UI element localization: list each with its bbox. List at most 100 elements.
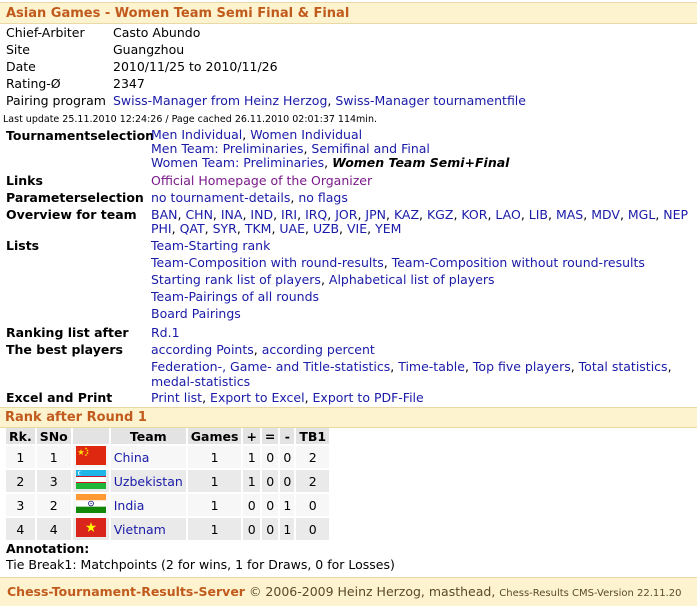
current-tournament: Women Team Semi+Final [332,155,510,170]
info-row-site: Site Guangzhou [6,42,185,57]
tournament-selection: Tournamentselection Men Individual, Wome… [6,127,510,170]
team-code-link[interactable]: JPN [365,207,386,222]
men-team-preliminaries-link[interactable]: Men Team: Preliminaries [151,141,303,156]
copyright-text: © 2006-2009 Heinz Herzog, masthead, [244,584,500,599]
team-code-link[interactable]: LAO [495,207,520,222]
team-link-uzbekistan[interactable]: Uzbekistan [114,474,183,489]
last-update-text: Last update 25.11.2010 12:24:26 / Page c… [3,114,377,125]
starting-rank-players-link[interactable]: Starting rank list of players [151,272,321,287]
best-players-section: The best players according Points, accor… [6,342,672,389]
team-code-link[interactable]: UAE [279,221,305,236]
team-code-link[interactable]: INA [221,207,243,222]
swiss-manager-link[interactable]: Swiss-Manager from Heinz Herzog [113,93,327,108]
team-code-link[interactable]: NEP [663,207,688,222]
team-code-link[interactable]: UZB [313,221,339,236]
men-individual-link[interactable]: Men Individual [151,127,242,142]
federation-statistics-link[interactable]: Federation-, Game- and Title-statistics [151,359,390,374]
annotation: Annotation: Tie Break1: Matchpoints (2 f… [6,541,395,573]
team-code-link[interactable]: YEM [375,221,401,236]
col-draws[interactable]: = [261,428,279,444]
no-flags-link[interactable]: no flags [298,190,348,205]
footer: Chess-Tournament-Results-Server © 2006-2… [0,577,697,606]
team-code-link[interactable]: MGL [628,207,655,222]
board-pairings-link[interactable]: Board Pairings [151,306,241,321]
team-code-link[interactable]: MAS [556,207,583,222]
team-code-link[interactable]: IRI [281,207,297,222]
uzbekistan-flag [75,470,106,489]
export-excel-link[interactable]: Export to Excel [210,390,305,405]
team-composition-without-results-link[interactable]: Team-Composition without round-results [392,255,645,270]
info-row-pairing-program: Pairing program Swiss-Manager from Heinz … [6,93,526,108]
table-row: 4 4 Vietnam 1 0 0 1 0 [6,518,330,540]
vietnam-flag [75,518,106,537]
team-code-link[interactable]: KOR [461,207,487,222]
team-code-link[interactable]: CHN [185,207,212,222]
col-team[interactable]: Team [110,428,186,444]
according-percent-link[interactable]: according percent [262,342,375,357]
team-code-link[interactable]: SYR [213,221,237,236]
total-statistics-link[interactable]: Total statistics [579,359,668,374]
table-row: 3 2 India 1 0 0 1 0 [6,494,330,516]
swiss-manager-file-link[interactable]: Swiss-Manager tournamentfile [335,93,526,108]
team-code-link[interactable]: QAT [180,221,205,236]
no-tournament-details-link[interactable]: no tournament-details [151,190,290,205]
alphabetical-players-link[interactable]: Alphabetical list of players [329,272,495,287]
official-homepage-link[interactable]: Official Homepage of the Organizer [151,173,372,188]
export-pdf-link[interactable]: Export to PDF-File [313,390,424,405]
team-pairings-link[interactable]: Team-Pairings of all rounds [151,289,319,304]
team-code-link[interactable]: KGZ [427,207,453,222]
team-code-link[interactable]: PHI [151,221,172,236]
rank-section-title: Rank after Round 1 [5,410,147,425]
team-code-link[interactable]: IND [250,207,273,222]
rank-table: Rk. SNo Team Games + = - TB1 1 1 China 1… [4,426,331,542]
time-table-link[interactable]: Time-table [398,359,465,374]
rank-table-header: Rk. SNo Team Games + = - TB1 [6,428,330,444]
col-wins[interactable]: + [243,428,260,444]
team-code-link[interactable]: VIE [347,221,367,236]
table-row: 2 3 Uzbekistan 1 1 0 0 2 [6,470,330,492]
lists-section: Lists Team-Starting rank Team-Compositio… [6,238,645,321]
tournament-info: Chief-Arbiter Casto Abundo Site Guangzhou … [6,24,526,109]
team-code-link[interactable]: KAZ [394,207,419,222]
top-five-players-link[interactable]: Top five players [473,359,571,374]
team-code-link[interactable]: TKM [245,221,272,236]
print-list-link[interactable]: Print list [151,390,202,405]
women-individual-link[interactable]: Women Individual [250,127,362,142]
parameter-selection: Parameterselection no tournament-details… [6,190,348,205]
info-row-rating: Rating-Ø 2347 [6,76,145,91]
links-section: Links Official Homepage of the Organizer [6,173,373,188]
according-points-link[interactable]: according Points [151,342,254,357]
info-row-date: Date 2010/11/25 to 2010/11/26 [6,59,278,74]
team-link-china[interactable]: China [114,450,150,465]
team-starting-rank-link[interactable]: Team-Starting rank [151,238,270,253]
annotation-heading: Annotation: [6,541,90,556]
team-code-link[interactable]: IRQ [305,207,327,222]
india-flag [75,494,106,513]
team-code-link[interactable]: JOR [335,207,357,222]
overview-for-team: Overview for team BAN, CHN, INA, IND, IR… [6,207,689,236]
women-team-preliminaries-link[interactable]: Women Team: Preliminaries [151,155,324,170]
page-title-bar: Asian Games - Women Team Semi Final & Fi… [0,2,697,24]
medal-statistics-link[interactable]: medal-statistics [151,374,250,389]
col-rk[interactable]: Rk. [6,428,35,444]
info-row-chief-arbiter: Chief-Arbiter Casto Abundo [6,25,201,40]
col-games[interactable]: Games [187,428,242,444]
team-composition-with-results-link[interactable]: Team-Composition with round-results [151,255,384,270]
round-1-link[interactable]: Rd.1 [151,325,180,340]
team-link-vietnam[interactable]: Vietnam [114,522,166,537]
team-codes-row: BAN, CHN, INA, IND, IRI, IRQ, JOR, JPN, … [151,207,689,222]
col-sno[interactable]: SNo [36,428,71,444]
rank-section-header: Rank after Round 1 [0,407,697,428]
team-code-link[interactable]: MDV [591,207,620,222]
men-semifinal-final-link[interactable]: Semifinal and Final [311,141,429,156]
team-codes-row: PHI, QAT, SYR, TKM, UAE, UZB, VIE, YEM [151,221,402,236]
col-tb1[interactable]: TB1 [296,428,330,444]
col-losses[interactable]: - [280,428,295,444]
excel-print-section: Excel and Print Print list, Export to Ex… [6,390,424,405]
col-flag [72,428,109,444]
team-link-india[interactable]: India [114,498,145,513]
team-code-link[interactable]: LIB [529,207,548,222]
cms-version: Chess-Results CMS-Version 22.11.20 [499,588,682,599]
team-code-link[interactable]: BAN [151,207,177,222]
page-title: Asian Games - Women Team Semi Final & Fi… [6,6,350,21]
